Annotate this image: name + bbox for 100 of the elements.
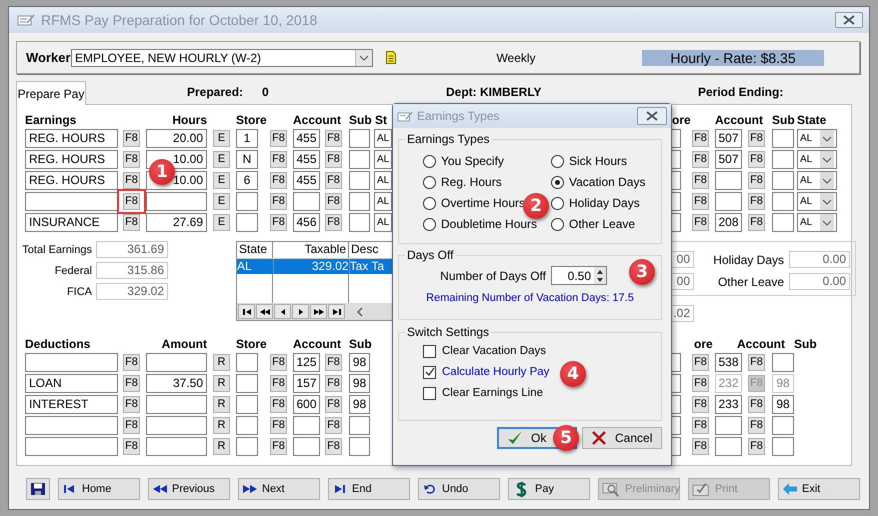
sub-field[interactable] bbox=[772, 171, 794, 190]
lookup-button[interactable]: F8 bbox=[270, 193, 287, 210]
sub-field[interactable] bbox=[349, 437, 370, 456]
sub-field[interactable] bbox=[772, 353, 794, 372]
toolbar-button[interactable]: Home bbox=[58, 478, 140, 500]
account-field[interactable] bbox=[715, 416, 742, 435]
deduction-field[interactable] bbox=[25, 353, 118, 372]
lookup-button[interactable]: F8 bbox=[748, 214, 765, 231]
deduction-field[interactable] bbox=[25, 437, 118, 456]
lookup-button[interactable]: F8 bbox=[325, 417, 342, 434]
next-page-button[interactable] bbox=[310, 304, 327, 319]
lookup-button[interactable]: F8 bbox=[748, 130, 765, 147]
toolbar-button[interactable]: Next bbox=[238, 478, 320, 500]
sub-field[interactable] bbox=[772, 150, 794, 169]
account-field[interactable]: 600 bbox=[293, 395, 320, 414]
lookup-button[interactable]: F8 bbox=[692, 375, 709, 392]
store-field[interactable] bbox=[236, 353, 258, 372]
amount-field[interactable]: 37.50 bbox=[146, 374, 207, 393]
lookup-button[interactable]: F8 bbox=[123, 151, 140, 168]
account-field[interactable]: 233 bbox=[715, 395, 742, 414]
lookup-button[interactable]: F8 bbox=[325, 438, 342, 455]
lookup-button[interactable]: F8 bbox=[270, 396, 287, 413]
lookup-button[interactable]: F8 bbox=[270, 375, 287, 392]
state-dropdown[interactable]: AL bbox=[374, 171, 392, 190]
state-dropdown[interactable]: AL bbox=[797, 129, 837, 148]
account-field[interactable]: 456 bbox=[293, 213, 320, 232]
radio-label[interactable]: Doubletime Hours bbox=[441, 217, 538, 231]
state-dropdown[interactable]: AL bbox=[797, 192, 837, 211]
lookup-button[interactable]: F8 bbox=[123, 417, 140, 434]
lookup-button[interactable]: F8 bbox=[270, 438, 287, 455]
state-dropdown[interactable]: AL bbox=[374, 213, 392, 232]
type-button[interactable]: R bbox=[213, 375, 230, 392]
type-button[interactable]: R bbox=[213, 396, 230, 413]
next-record-button[interactable] bbox=[292, 304, 309, 319]
hours-field[interactable] bbox=[146, 192, 207, 211]
checkbox-label[interactable]: Calculate Hourly Pay bbox=[442, 366, 550, 378]
lookup-button[interactable]: F8 bbox=[748, 417, 765, 434]
state-dropdown[interactable]: AL bbox=[374, 150, 392, 169]
close-button[interactable] bbox=[835, 12, 863, 28]
lookup-button[interactable]: F8 bbox=[270, 214, 287, 231]
state-dropdown[interactable]: AL bbox=[374, 129, 392, 148]
earnings-field[interactable]: REG. HOURS bbox=[25, 171, 118, 190]
lookup-button[interactable]: F8 bbox=[748, 172, 765, 189]
sub-field[interactable] bbox=[772, 213, 794, 232]
lookup-button[interactable]: F8 bbox=[270, 172, 287, 189]
radio-label[interactable]: Reg. Hours bbox=[441, 175, 502, 189]
account-field[interactable] bbox=[715, 171, 742, 190]
lookup-button[interactable]: F8 bbox=[325, 354, 342, 371]
sub-field[interactable]: 98 bbox=[349, 374, 370, 393]
lookup-button[interactable]: F8 bbox=[692, 130, 709, 147]
sub-field[interactable] bbox=[349, 129, 370, 148]
lookup-button[interactable]: F8 bbox=[123, 375, 140, 392]
radio-button[interactable] bbox=[423, 176, 436, 188]
type-button[interactable]: E bbox=[213, 172, 230, 189]
account-field[interactable]: 455 bbox=[293, 129, 320, 148]
lookup-button[interactable]: F8 bbox=[692, 193, 709, 210]
lookup-button[interactable]: F8 bbox=[692, 214, 709, 231]
scroll-left-icon[interactable] bbox=[357, 306, 363, 316]
checkbox[interactable] bbox=[423, 366, 436, 378]
account-field[interactable]: 455 bbox=[293, 150, 320, 169]
account-field[interactable] bbox=[715, 192, 742, 211]
sub-field[interactable] bbox=[772, 129, 794, 148]
checkbox[interactable] bbox=[423, 386, 436, 400]
tab[interactable]: Prepare Pay bbox=[16, 81, 86, 105]
account-field[interactable]: 125 bbox=[293, 353, 320, 372]
account-field[interactable]: 538 bbox=[715, 353, 742, 372]
store-field[interactable] bbox=[236, 192, 258, 211]
store-field[interactable]: 1 bbox=[236, 129, 258, 148]
radio-label[interactable]: You Specify bbox=[441, 154, 504, 168]
lookup-button[interactable]: F8 bbox=[325, 193, 342, 210]
type-button[interactable]: E bbox=[213, 130, 230, 147]
type-button[interactable]: E bbox=[213, 151, 230, 168]
sub-field[interactable] bbox=[349, 213, 370, 232]
deduction-field[interactable] bbox=[25, 416, 118, 435]
hours-field[interactable]: 27.69 bbox=[146, 213, 207, 232]
lookup-button[interactable]: F8 bbox=[748, 193, 765, 210]
lookup-button[interactable]: F8 bbox=[692, 417, 709, 434]
lookup-button[interactable]: F8 bbox=[270, 354, 287, 371]
lookup-button[interactable]: F8 bbox=[123, 214, 140, 231]
account-field[interactable]: 208 bbox=[715, 213, 742, 232]
checkbox-label[interactable]: Clear Earnings Line bbox=[442, 387, 544, 399]
account-field[interactable]: 507 bbox=[715, 129, 742, 148]
days-off-spinner[interactable]: 0.50 bbox=[551, 266, 607, 285]
lookup-button[interactable]: F8 bbox=[325, 172, 342, 189]
lookup-button[interactable]: F8 bbox=[325, 214, 342, 231]
lookup-button[interactable]: F8 bbox=[123, 396, 140, 413]
lookup-button[interactable]: F8 bbox=[748, 354, 765, 371]
document-icon[interactable] bbox=[386, 51, 396, 64]
type-button[interactable]: R bbox=[213, 354, 230, 371]
store-field[interactable]: 6 bbox=[236, 171, 258, 190]
store-field[interactable] bbox=[236, 213, 258, 232]
previous-record-button[interactable] bbox=[274, 304, 291, 319]
store-field[interactable] bbox=[236, 395, 258, 414]
lookup-button[interactable]: F8 bbox=[123, 354, 140, 371]
lookup-button[interactable]: F8 bbox=[692, 438, 709, 455]
type-button[interactable]: R bbox=[213, 438, 230, 455]
radio-label[interactable]: Vacation Days bbox=[569, 175, 646, 189]
deduction-field[interactable]: INTEREST bbox=[25, 395, 118, 414]
amount-field[interactable] bbox=[146, 437, 207, 456]
toolbar-button[interactable]: Exit bbox=[778, 478, 860, 500]
